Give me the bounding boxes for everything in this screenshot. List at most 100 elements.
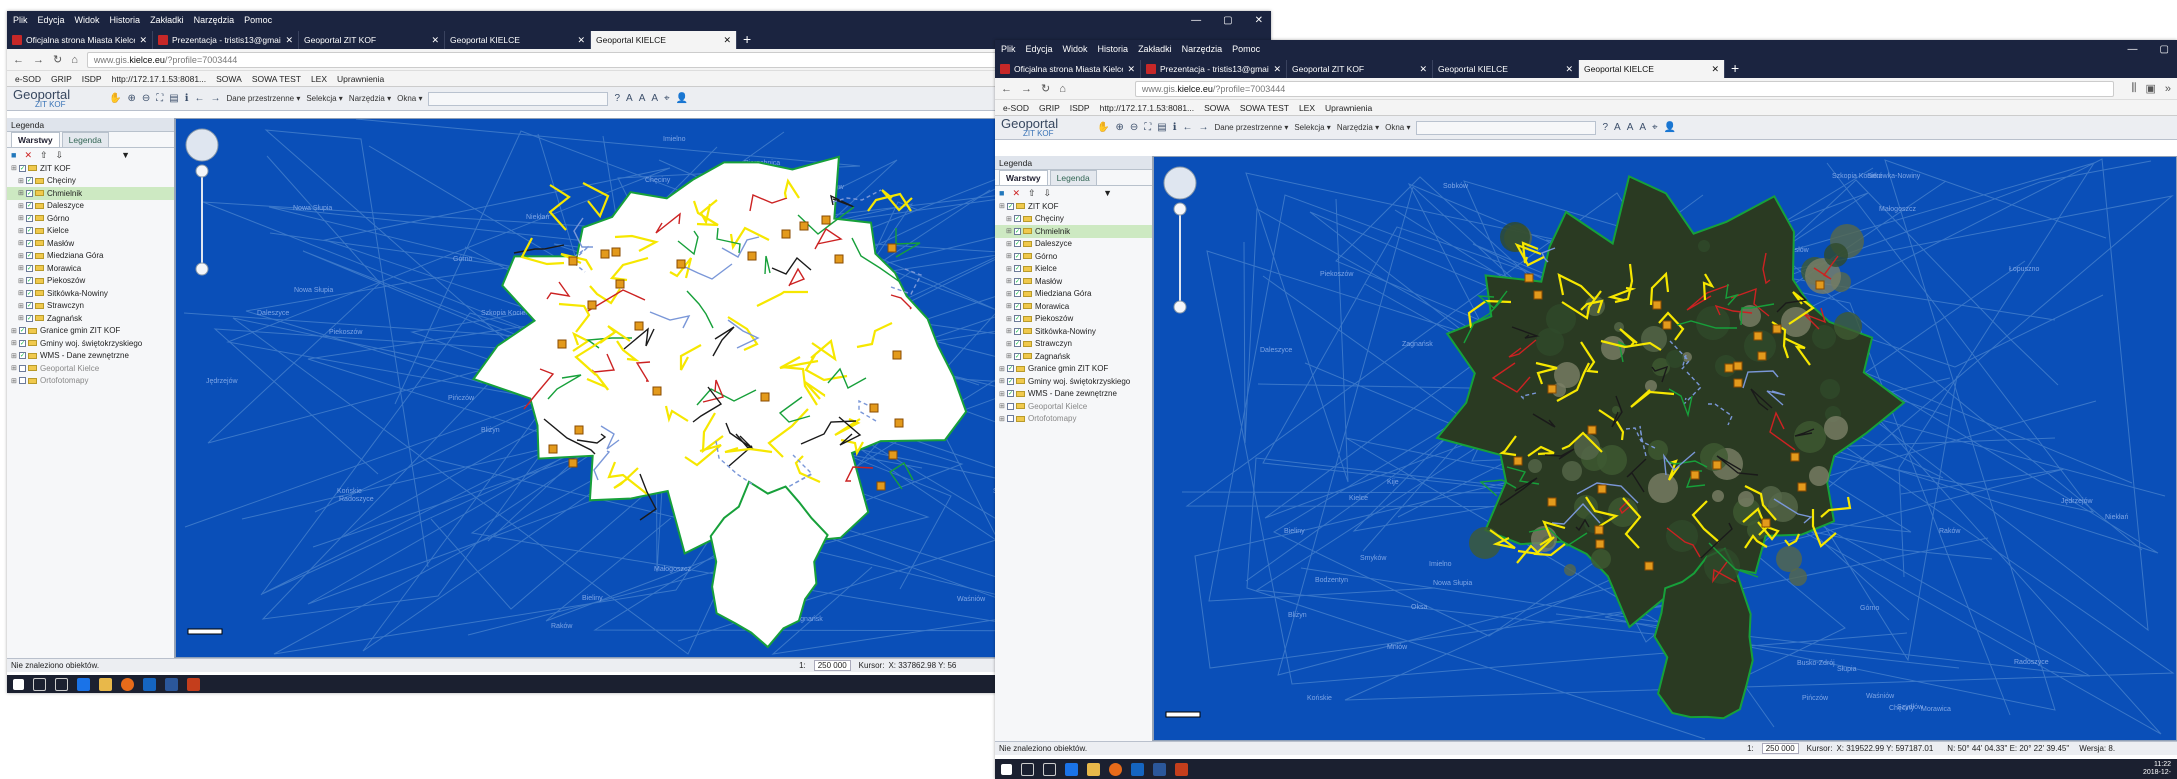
font-small-icon[interactable]: A — [1639, 122, 1646, 133]
expand-icon[interactable]: ⊞ — [999, 415, 1007, 423]
bookmark-sowa-test[interactable]: SOWA TEST — [1240, 103, 1289, 113]
search-icon[interactable] — [1021, 762, 1034, 776]
new-tab-button[interactable]: + — [737, 31, 757, 47]
filter-icon[interactable]: ▼ — [1103, 188, 1112, 198]
print-icon[interactable]: ▤ — [169, 93, 178, 104]
layer-row[interactable]: ⊞ ✓ Sitkówka-Nowiny — [995, 325, 1152, 338]
next-extent-icon[interactable]: → — [1199, 122, 1209, 133]
menu-bookmarks[interactable]: Zakładki — [150, 15, 184, 25]
expand-icon[interactable]: ⊞ — [18, 189, 26, 197]
word-icon[interactable] — [165, 677, 178, 691]
layer-row[interactable]: ⊞ ✓ Sitkówka-Nowiny — [7, 287, 174, 300]
expand-icon[interactable]: ⊞ — [1006, 227, 1014, 235]
close-tab-icon[interactable]: ✕ — [1127, 64, 1135, 75]
layer-row[interactable]: ⊞ ✓ Piekoszów — [995, 313, 1152, 326]
library-icon[interactable]: ⫼ — [2131, 82, 2136, 95]
menu-dane[interactable]: Dane przestrzenne ▾ — [227, 94, 301, 103]
search-input[interactable] — [1416, 120, 1597, 135]
reload-icon[interactable]: ↻ — [53, 53, 62, 66]
layer-row[interactable]: ⊞ ✓ Masłów — [7, 237, 174, 250]
minimize-button[interactable]: — — [1191, 15, 1201, 26]
tab-geoportal-zit[interactable]: Geoportal ZIT KOF ✕ — [1287, 60, 1433, 78]
layer-checkbox[interactable]: ✓ — [1014, 215, 1021, 223]
layer-row[interactable]: ⊞ ✓ Zagnańsk — [7, 312, 174, 325]
menu-view[interactable]: Widok — [1063, 44, 1088, 54]
expand-icon[interactable]: ⊞ — [999, 390, 1007, 398]
layer-checkbox[interactable]: ✓ — [26, 302, 33, 310]
prev-extent-icon[interactable]: ← — [1183, 122, 1193, 133]
layer-row[interactable]: ⊞ ✓ Miedziana Góra — [7, 250, 174, 263]
menu-file[interactable]: Plik — [1001, 44, 1016, 54]
expand-icon[interactable]: ⊞ — [1006, 277, 1014, 285]
pan-icon[interactable]: ✋ — [1097, 122, 1109, 133]
expand-icon[interactable]: ⊞ — [999, 402, 1007, 410]
expand-icon[interactable]: ⊞ — [1006, 340, 1014, 348]
expand-icon[interactable]: ⊞ — [11, 364, 19, 372]
bookmark-ip[interactable]: http://172.17.1.53:8081... — [112, 74, 207, 84]
layer-checkbox[interactable] — [19, 364, 26, 372]
tab-prezentacja[interactable]: Prezentacja - tristis13@gmail.com ✕ — [153, 31, 299, 49]
forward-icon[interactable]: → — [1021, 83, 1032, 95]
search-icon[interactable] — [33, 677, 46, 691]
layer-checkbox[interactable] — [19, 377, 26, 385]
edge-icon[interactable] — [1065, 762, 1078, 776]
new-tab-button[interactable]: + — [1725, 60, 1745, 76]
layer-checkbox[interactable]: ✓ — [26, 202, 33, 210]
bookmark-sowa[interactable]: SOWA — [1204, 103, 1230, 113]
layer-row[interactable]: ⊞ ✓ Daleszyce — [995, 238, 1152, 251]
expand-icon[interactable]: ⊞ — [18, 264, 26, 272]
expand-icon[interactable]: ⊞ — [18, 252, 26, 260]
filter-icon[interactable]: ▼ — [121, 150, 130, 160]
minimize-button[interactable]: — — [2128, 44, 2138, 55]
expand-icon[interactable]: ⊞ — [1006, 252, 1014, 260]
expand-icon[interactable]: ⊞ — [11, 352, 19, 360]
bookmark-lex[interactable]: LEX — [311, 74, 327, 84]
font-icon[interactable]: A — [1614, 122, 1621, 133]
menu-history[interactable]: Historia — [110, 15, 141, 25]
layer-checkbox[interactable]: ✓ — [1014, 327, 1021, 335]
layer-checkbox[interactable]: ✓ — [1014, 352, 1021, 360]
info-icon[interactable]: ℹ — [1173, 122, 1177, 133]
tab-geoportal-kielce[interactable]: Geoportal KIELCE ✕ — [445, 31, 591, 49]
expand-icon[interactable]: ⊞ — [1006, 302, 1014, 310]
bookmark-ip[interactable]: http://172.17.1.53:8081... — [1100, 103, 1195, 113]
scale-select[interactable]: 250 000 — [813, 660, 851, 671]
font-small-icon[interactable]: A — [651, 93, 658, 104]
layer-checkbox[interactable]: ✓ — [1007, 390, 1014, 398]
home-icon[interactable]: ⌂ — [71, 54, 78, 66]
menu-narzedzia[interactable]: Narzędzia ▾ — [1337, 123, 1379, 132]
add-layer-icon[interactable]: ■ — [999, 188, 1004, 198]
expand-icon[interactable]: ⊞ — [18, 314, 26, 322]
layer-row[interactable]: ⊞ ✓ Gminy woj. świętokrzyskiego — [995, 375, 1152, 388]
layer-checkbox[interactable]: ✓ — [26, 314, 33, 322]
expand-icon[interactable]: ⊞ — [11, 164, 19, 172]
prev-extent-icon[interactable]: ← — [195, 93, 205, 104]
menu-history[interactable]: Historia — [1098, 44, 1129, 54]
expand-icon[interactable]: ⊞ — [18, 214, 26, 222]
close-tab-icon[interactable]: ✕ — [139, 35, 147, 46]
word-icon[interactable] — [1153, 762, 1166, 776]
layer-row[interactable]: ⊞ ✓ Granice gmin ZIT KOF — [995, 363, 1152, 376]
add-layer-icon[interactable]: ■ — [11, 150, 16, 160]
close-tab-icon[interactable]: ✕ — [285, 35, 293, 46]
layer-row[interactable]: ⊞ ✓ Zagnańsk — [995, 350, 1152, 363]
layer-row[interactable]: ⊞ ✓ Morawica — [7, 262, 174, 275]
move-up-icon[interactable]: ⇧ — [1028, 188, 1036, 199]
close-tab-icon[interactable]: ✕ — [577, 35, 585, 46]
zoom-extent-icon[interactable]: ⛶ — [156, 93, 163, 104]
map-view-right[interactable]: RadoszyceSzkopia KocierzNiekłańStąporków… — [1153, 156, 2177, 741]
layer-checkbox[interactable]: ✓ — [26, 227, 33, 235]
font-icon[interactable]: A — [626, 93, 633, 104]
menu-edit[interactable]: Edycja — [38, 15, 65, 25]
layer-row[interactable]: ⊞ Ortofotomapy — [7, 375, 174, 388]
user-icon[interactable]: 👤 — [1664, 122, 1676, 133]
layer-row[interactable]: ⊞ ✓ Górno — [7, 212, 174, 225]
layer-row[interactable]: ⊞ ✓ Strawczyn — [7, 300, 174, 313]
layer-checkbox[interactable]: ✓ — [26, 289, 33, 297]
menu-file[interactable]: Plik — [13, 15, 28, 25]
layer-row[interactable]: ⊞ ✓ Granice gmin ZIT KOF — [7, 325, 174, 338]
layer-row[interactable]: ⊞ ✓ WMS - Dane zewnętrzne — [995, 388, 1152, 401]
powerpoint-icon[interactable] — [187, 677, 200, 691]
overflow-icon[interactable]: » — [2165, 83, 2171, 95]
layer-checkbox[interactable]: ✓ — [1014, 302, 1021, 310]
